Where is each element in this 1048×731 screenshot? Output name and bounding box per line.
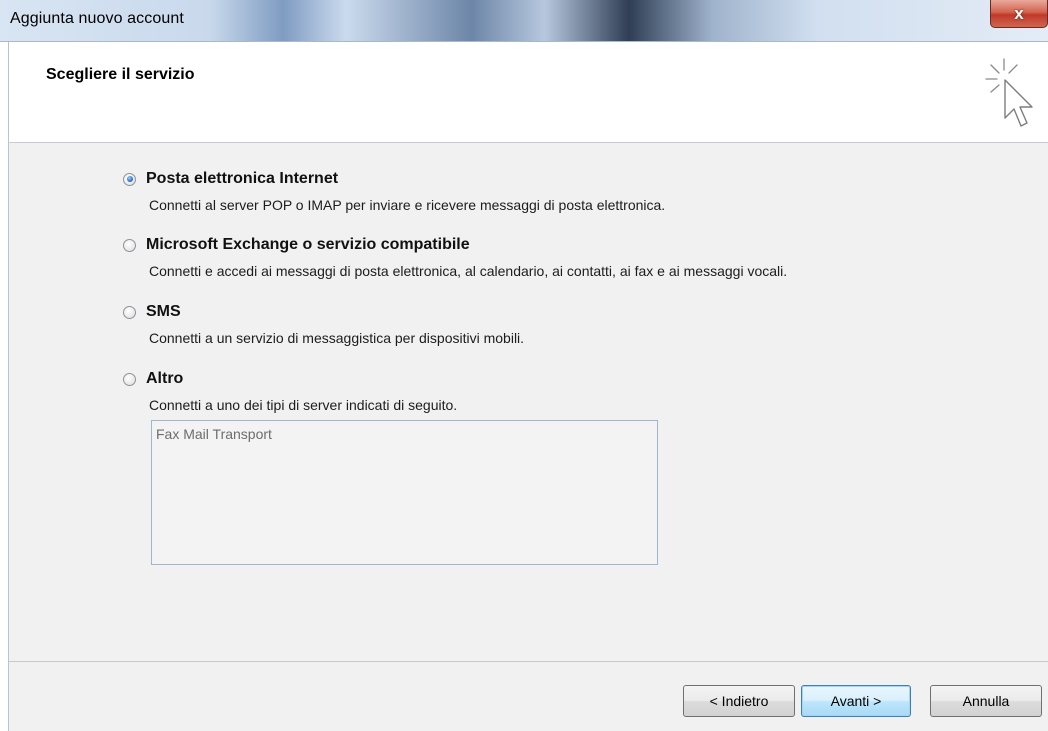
- wizard-header: Scegliere il servizio: [8, 42, 1048, 143]
- server-type-listbox[interactable]: Fax Mail Transport: [151, 420, 658, 565]
- option-sms[interactable]: SMS Connetti a un servizio di messaggist…: [123, 303, 524, 346]
- cancel-button[interactable]: Annulla: [930, 685, 1042, 717]
- radio-other[interactable]: [123, 372, 136, 386]
- window-title: Aggiunta nuovo account: [10, 10, 184, 27]
- radio-exchange[interactable]: [123, 238, 136, 252]
- radio-internet-email[interactable]: [123, 172, 136, 186]
- list-item[interactable]: Fax Mail Transport: [156, 426, 272, 442]
- back-button[interactable]: < Indietro: [683, 685, 795, 717]
- button-bar: < Indietro Avanti > Annulla: [8, 662, 1048, 731]
- option-label[interactable]: Microsoft Exchange o servizio compatibil…: [146, 236, 470, 254]
- option-other[interactable]: Altro Connetti a uno dei tipi di server …: [123, 370, 457, 413]
- page-title: Scegliere il servizio: [46, 66, 195, 83]
- option-description: Connetti a un servizio di messaggistica …: [149, 330, 525, 346]
- option-internet-email[interactable]: Posta elettronica Internet Connetti al s…: [123, 170, 665, 213]
- option-label[interactable]: Altro: [146, 370, 183, 388]
- close-button[interactable]: x: [990, 0, 1048, 28]
- next-button[interactable]: Avanti >: [801, 685, 911, 717]
- close-icon: x: [1014, 3, 1024, 23]
- option-description: Connetti al server POP o IMAP per inviar…: [149, 197, 666, 213]
- wizard-cursor-icon: [985, 58, 1033, 127]
- option-description: Connetti a uno dei tipi di server indica…: [149, 397, 458, 413]
- option-description: Connetti e accedi ai messaggi di posta e…: [149, 263, 788, 279]
- option-label[interactable]: SMS: [146, 303, 181, 321]
- title-bar[interactable]: Aggiunta nuovo account x: [0, 0, 1048, 42]
- option-label[interactable]: Posta elettronica Internet: [146, 170, 338, 188]
- radio-sms[interactable]: [123, 305, 136, 319]
- add-account-dialog: Aggiunta nuovo account x Scegliere il se…: [0, 0, 1048, 731]
- option-exchange[interactable]: Microsoft Exchange o servizio compatibil…: [123, 236, 787, 279]
- service-selection-panel: Posta elettronica Internet Connetti al s…: [8, 143, 1048, 662]
